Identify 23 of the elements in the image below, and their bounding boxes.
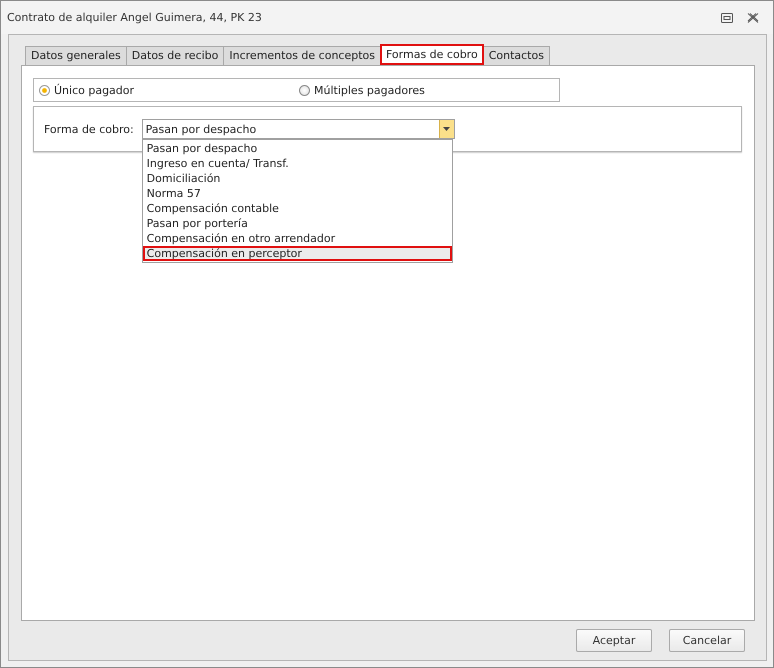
tab[interactable]: Contactos (482, 46, 550, 65)
dropdown-option[interactable]: Pasan por portería (142, 216, 452, 231)
dropdown-option[interactable]: Compensación en otro arrendador (142, 231, 452, 246)
dropdown-option[interactable]: Compensación en perceptor (142, 246, 452, 261)
window-title: Contrato de alquiler Angel Guimera, 44, PK 23 (7, 11, 262, 24)
dropdown-option[interactable]: Domiciliación (142, 171, 452, 186)
tab[interactable]: Datos de recibo (126, 46, 224, 65)
dialog-button[interactable]: Cancelar (669, 629, 745, 652)
tab[interactable]: Incrementos de conceptos (223, 46, 381, 65)
radio-button[interactable] (39, 84, 50, 96)
dropdown-option[interactable]: Compensación contable (142, 201, 452, 216)
restore-icon[interactable] (721, 12, 733, 22)
dialog-button[interactable]: Aceptar (576, 629, 652, 652)
dropdown-option[interactable]: Norma 57 (142, 186, 452, 201)
radio-label: Único pagador (54, 84, 134, 96)
tab[interactable]: Formas de cobro (380, 44, 484, 65)
dropdown-option[interactable]: Ingreso en cuenta/ Transf. (142, 156, 452, 171)
radio-button[interactable] (299, 84, 310, 96)
tab[interactable]: Datos generales (25, 46, 127, 65)
radio-label: Múltiples pagadores (314, 84, 425, 96)
field-label: Forma de cobro: (44, 122, 134, 136)
dropdown-option[interactable]: Pasan por despacho (142, 141, 452, 156)
close-icon[interactable] (747, 12, 759, 22)
